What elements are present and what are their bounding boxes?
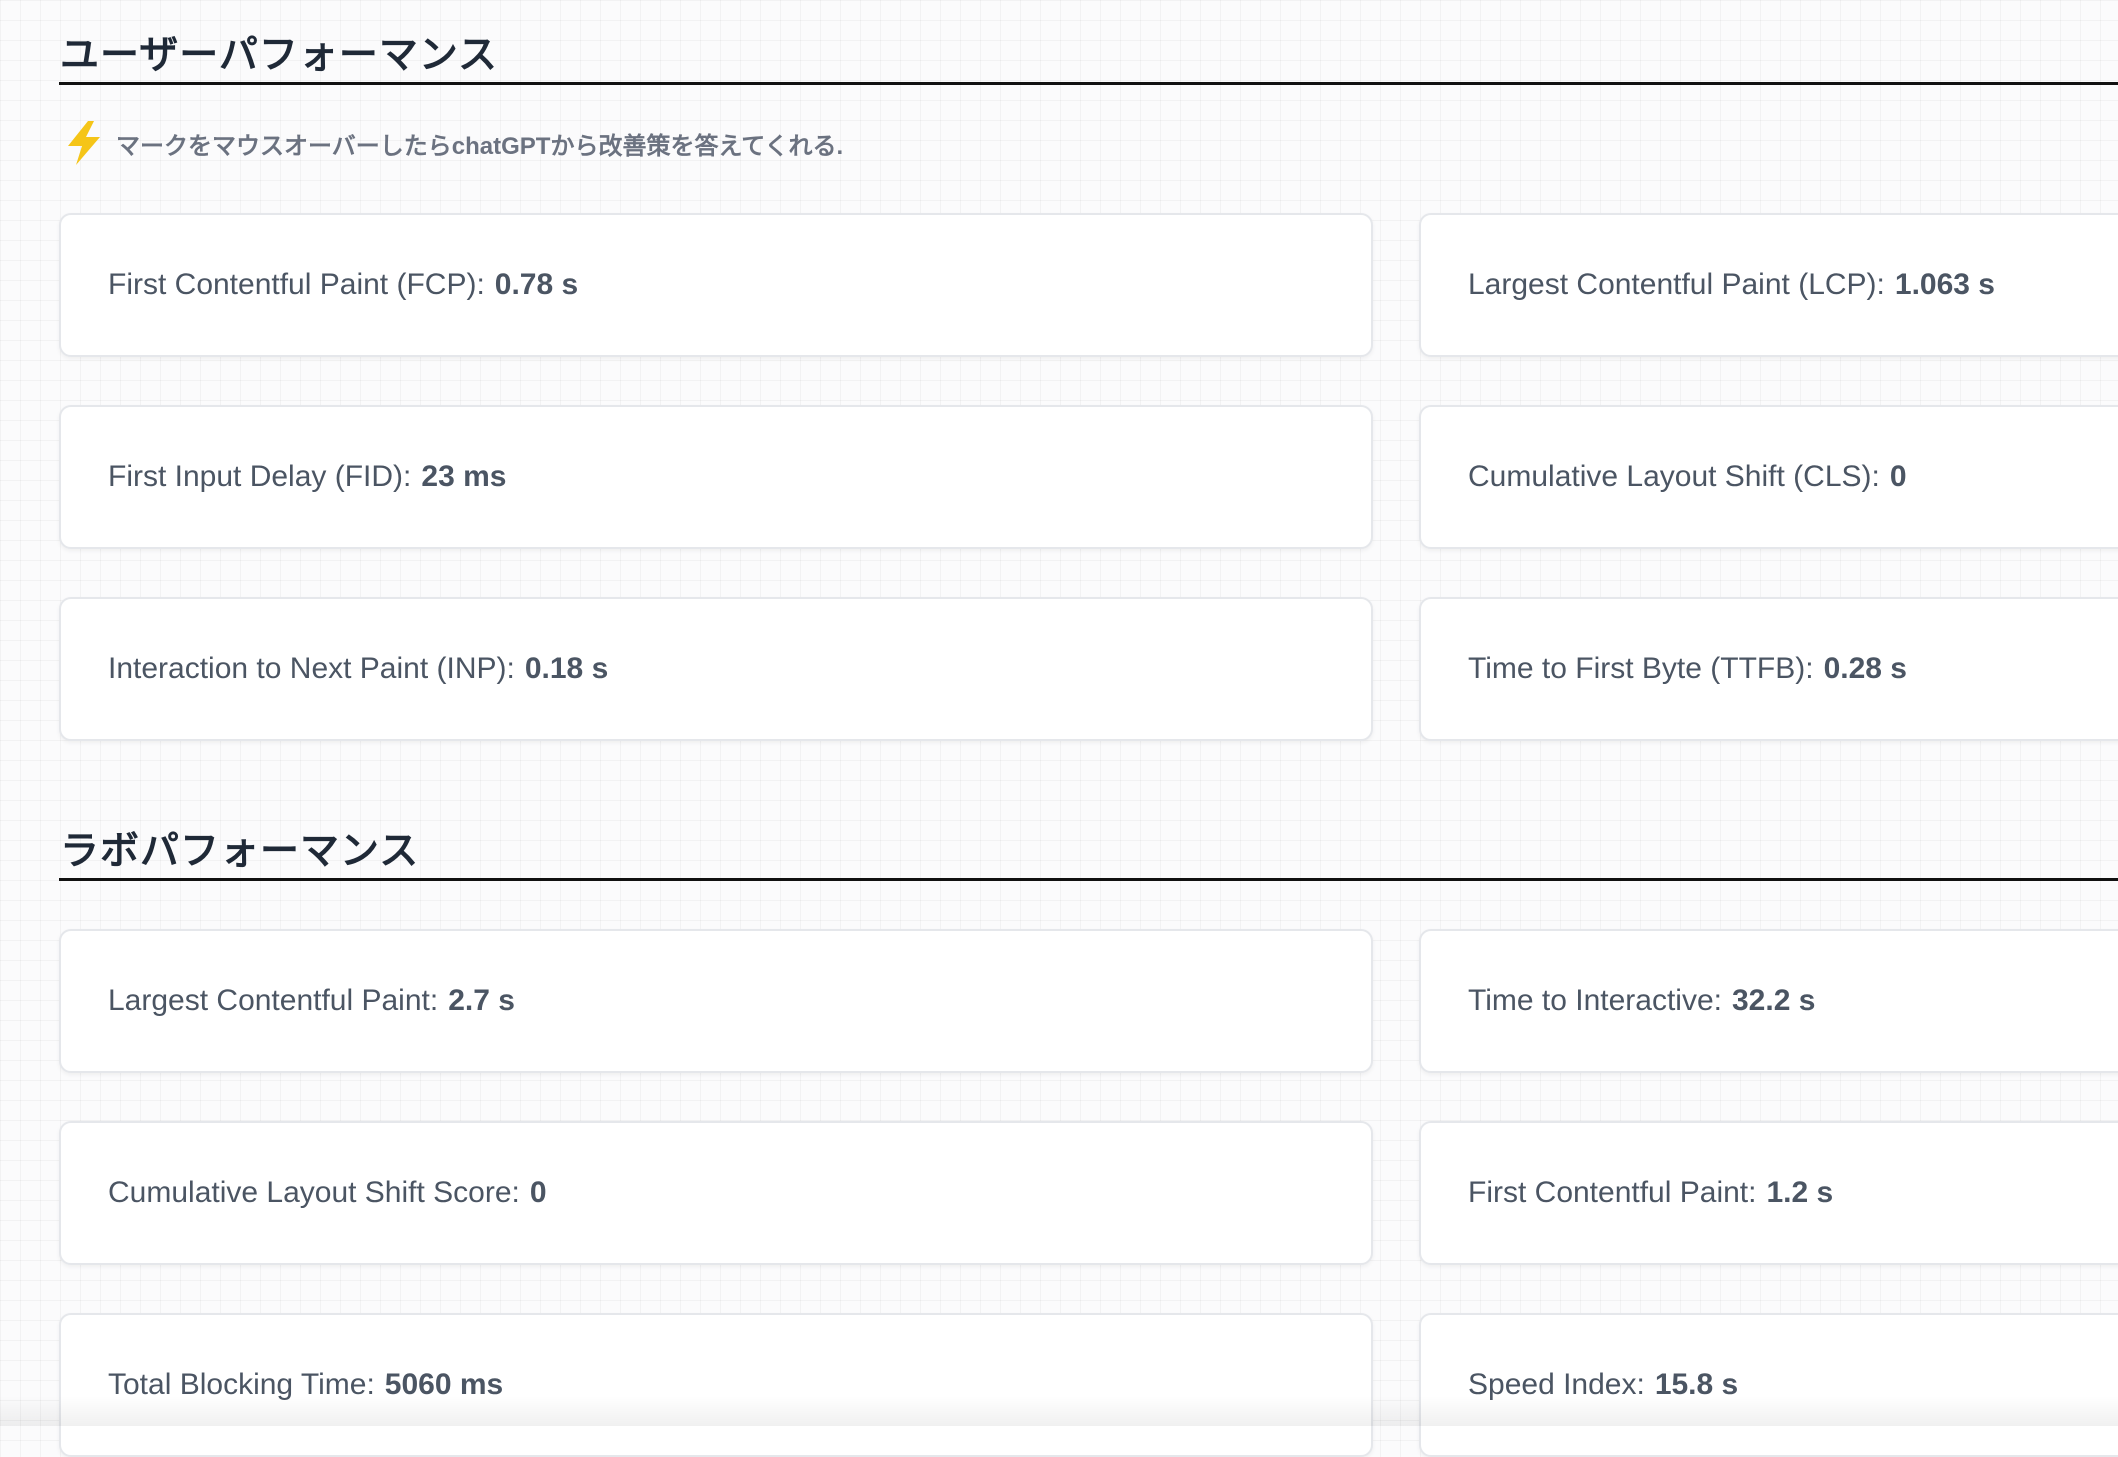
metric-value: 2.7 s bbox=[448, 984, 515, 1017]
metric-value: 23 ms bbox=[421, 460, 507, 493]
metric-card-inp[interactable]: Interaction to Next Paint (INP): 0.18 s bbox=[59, 597, 1373, 741]
metric-label: First Input Delay (FID): bbox=[108, 460, 412, 493]
metric-value: 0.28 s bbox=[1823, 652, 1907, 685]
metric-label: Largest Contentful Paint (LCP): bbox=[1468, 268, 1885, 301]
metric-value: 0 bbox=[1889, 460, 1907, 493]
hover-hint-text: マークをマウスオーバーしたらchatGPTから改善策を答えてくれる. bbox=[116, 132, 844, 160]
metric-card-lab-si[interactable]: Speed Index: 15.8 s bbox=[1419, 1313, 2118, 1457]
user-performance-title: ユーザーパフォーマンス bbox=[60, 34, 499, 77]
metric-card-lab-fcp[interactable]: First Contentful Paint: 1.2 s bbox=[1419, 1121, 2118, 1265]
metric-card-lab-lcp[interactable]: Largest Contentful Paint: 2.7 s bbox=[59, 929, 1373, 1073]
lab-performance-title: ラボパフォーマンス bbox=[60, 830, 420, 873]
lightning-icon bbox=[64, 120, 104, 166]
metric-value: 0 bbox=[529, 1176, 547, 1209]
metric-card-fcp[interactable]: First Contentful Paint (FCP): 0.78 s bbox=[59, 213, 1373, 357]
lab-performance-divider bbox=[59, 878, 2118, 881]
metric-value: 1.2 s bbox=[1766, 1176, 1834, 1209]
metric-label: Interaction to Next Paint (INP): bbox=[108, 652, 515, 685]
metric-label: Cumulative Layout Shift (CLS): bbox=[1468, 460, 1880, 493]
metric-card-ttfb[interactable]: Time to First Byte (TTFB): 0.28 s bbox=[1419, 597, 2118, 741]
metric-card-lab-tti[interactable]: Time to Interactive: 32.2 s bbox=[1419, 929, 2118, 1073]
hover-hint: マークをマウスオーバーしたらchatGPTから改善策を答えてくれる. bbox=[64, 120, 843, 166]
metric-card-lcp[interactable]: Largest Contentful Paint (LCP): 1.063 s bbox=[1419, 213, 2118, 357]
metric-card-lab-tbt[interactable]: Total Blocking Time: 5060 ms bbox=[59, 1313, 1373, 1457]
metric-label: Time to First Byte (TTFB): bbox=[1468, 652, 1814, 685]
metric-label: First Contentful Paint (FCP): bbox=[108, 268, 485, 301]
metric-label: Cumulative Layout Shift Score: bbox=[108, 1176, 520, 1209]
metric-card-lab-cls[interactable]: Cumulative Layout Shift Score: 0 bbox=[59, 1121, 1373, 1265]
metric-card-fid[interactable]: First Input Delay (FID): 23 ms bbox=[59, 405, 1373, 549]
bottom-fade bbox=[0, 1396, 2118, 1426]
metric-value: 1.063 s bbox=[1894, 268, 1995, 301]
metric-label: Largest Contentful Paint: bbox=[108, 984, 439, 1017]
metric-label: Time to Interactive: bbox=[1468, 984, 1722, 1017]
metric-value: 32.2 s bbox=[1731, 984, 1816, 1017]
metric-card-cls[interactable]: Cumulative Layout Shift (CLS): 0 bbox=[1419, 405, 2118, 549]
metric-value: 0.78 s bbox=[494, 268, 579, 301]
user-performance-divider bbox=[59, 82, 2118, 85]
metric-label: First Contentful Paint: bbox=[1468, 1176, 1757, 1209]
metric-value: 0.18 s bbox=[524, 652, 609, 685]
